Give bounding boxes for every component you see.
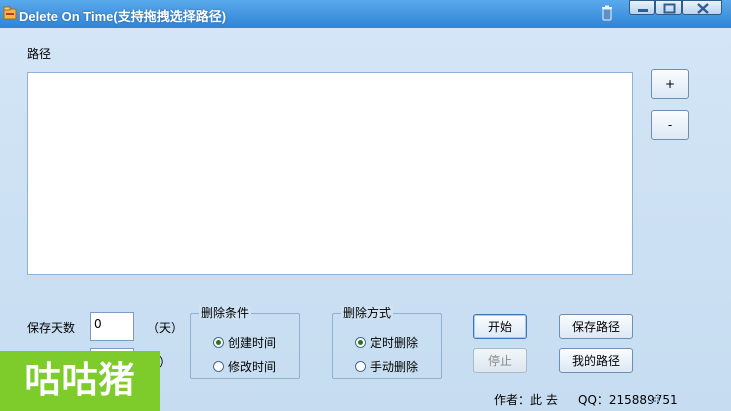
maximize-icon xyxy=(663,3,676,14)
qq-text: QQ：215889751 xyxy=(578,393,678,407)
author-text: 作者：此 去 xyxy=(494,393,558,407)
add-path-button[interactable]: + xyxy=(651,69,689,99)
radio-modify-time-label: 修改时间 xyxy=(228,360,277,374)
close-button[interactable] xyxy=(682,0,722,15)
stop-button[interactable]: 停止 xyxy=(473,348,527,373)
delete-mode-group: 删除方式 定时删除 手动删除 xyxy=(332,306,442,379)
app-window: Delete On Time(支持拖拽选择路径) 路径 + - 保存天数 0 （… xyxy=(0,0,731,411)
minimize-icon xyxy=(638,9,648,12)
path-label: 路径 xyxy=(27,47,52,61)
radio-manual-delete[interactable]: 手动删除 xyxy=(355,358,418,375)
radio-create-time[interactable]: 创建时间 xyxy=(213,334,276,351)
resize-grip-icon[interactable] xyxy=(648,391,660,403)
close-icon xyxy=(697,3,709,14)
days-input[interactable]: 0 xyxy=(90,312,134,341)
radio-selected-icon xyxy=(355,337,366,348)
radio-modify-time[interactable]: 修改时间 xyxy=(213,358,276,375)
radio-scheduled-delete[interactable]: 定时删除 xyxy=(355,334,418,351)
start-button[interactable]: 开始 xyxy=(473,314,527,339)
delete-mode-title: 删除方式 xyxy=(341,306,394,320)
maximize-button[interactable] xyxy=(655,0,682,15)
app-icon xyxy=(3,6,17,20)
watermark-banner: 咕咕猪 xyxy=(0,351,160,411)
save-path-button[interactable]: 保存路径 xyxy=(559,314,633,339)
delete-condition-title: 删除条件 xyxy=(199,306,252,320)
radio-create-time-label: 创建时间 xyxy=(228,336,277,350)
radio-scheduled-delete-label: 定时删除 xyxy=(370,336,419,350)
minimize-button[interactable] xyxy=(629,0,655,15)
radio-manual-delete-label: 手动删除 xyxy=(370,360,419,374)
my-path-button[interactable]: 我的路径 xyxy=(559,348,633,373)
radio-selected-icon xyxy=(213,337,224,348)
watermark-text: 咕咕猪 xyxy=(24,360,136,401)
path-list[interactable] xyxy=(27,72,633,275)
radio-unselected-icon xyxy=(213,361,224,372)
radio-unselected-icon xyxy=(355,361,366,372)
title-bar[interactable]: Delete On Time(支持拖拽选择路径) xyxy=(0,0,731,28)
delete-condition-group: 删除条件 创建时间 修改时间 xyxy=(190,306,300,379)
remove-path-button[interactable]: - xyxy=(651,110,689,140)
days-unit: （天） xyxy=(147,321,184,335)
window-title: Delete On Time(支持拖拽选择路径) xyxy=(19,9,227,24)
trash-icon[interactable] xyxy=(600,5,614,21)
days-label: 保存天数 xyxy=(27,321,76,335)
